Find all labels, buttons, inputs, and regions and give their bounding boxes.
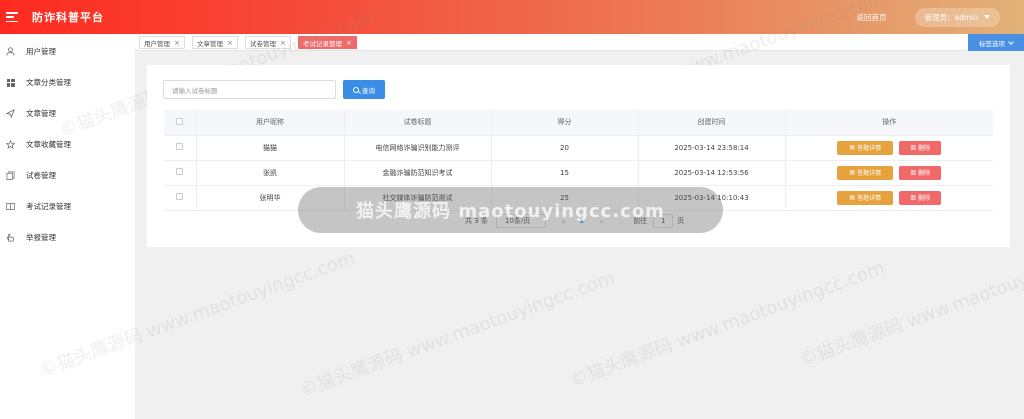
document-icon: ▤	[849, 169, 856, 176]
admin-label: 管理员：admin	[924, 12, 979, 22]
sidebar-item-article-favorites[interactable]: 文章收藏管理	[0, 129, 135, 160]
document-icon: ▤	[849, 144, 856, 151]
cell-score: 20	[491, 135, 639, 161]
select-all-checkbox[interactable]	[164, 110, 197, 136]
row-checkbox[interactable]	[164, 160, 197, 186]
trash-icon: ▥	[910, 169, 917, 176]
close-icon[interactable]: ×	[280, 39, 286, 47]
send-icon	[6, 109, 15, 118]
answer-detail-label: 答题详情	[857, 145, 882, 152]
tab-users[interactable]: 用户管理 ×	[139, 36, 185, 49]
row-checkbox[interactable]	[164, 135, 197, 161]
table-row: 猫猫 电信网络诈骗识别能力测评 20 2025-03-14 23:58:14 ▤…	[164, 135, 993, 161]
delete-label: 删除	[918, 170, 931, 177]
tab-papers[interactable]: 试卷管理 ×	[245, 36, 291, 49]
sidebar-item-users[interactable]: 用户管理	[0, 36, 135, 67]
caret-down-icon	[984, 15, 990, 19]
cell-actions: ▤ 答题详情 ▥ 删除	[785, 185, 993, 211]
sidebar-item-label: 考试记录管理	[26, 202, 71, 211]
cell-nickname: 猫猫	[196, 135, 345, 161]
answer-detail-button[interactable]: ▤ 答题详情	[837, 140, 894, 155]
tab-label: 文章管理	[197, 39, 223, 48]
tab-exam-records[interactable]: 考试记录管理 ×	[298, 36, 357, 49]
sidebar-item-articles[interactable]: 文章管理	[0, 98, 135, 129]
hand-icon	[6, 233, 15, 242]
sidebar-item-article-categories[interactable]: 文章分类管理	[0, 67, 135, 98]
tab-label: 试卷管理	[250, 39, 276, 48]
watermark-text: ©猫头鹰源码 www.maotouyingcc.com	[296, 267, 618, 402]
watermark-text: ©猫头鹰源码 www.maotouyingcc.com	[566, 257, 888, 392]
header-actions: 返回首页 管理员：admin	[857, 0, 1000, 34]
tab-bar: 用户管理 × 文章管理 × 试卷管理 × 考试记录管理 × 标签选项	[135, 34, 1024, 51]
close-icon[interactable]: ×	[346, 39, 352, 47]
tab-options-label: 标签选项	[979, 39, 1005, 48]
column-header: 得分	[491, 110, 639, 136]
close-icon[interactable]: ×	[174, 39, 180, 47]
search-icon	[353, 86, 359, 93]
column-header: 用户昵称	[196, 110, 345, 136]
sidebar-item-label: 用户管理	[26, 47, 56, 56]
watermark-text: ©猫头鹰源码 www.maotouyingcc.com	[796, 237, 1024, 372]
tab-label: 用户管理	[144, 39, 170, 48]
answer-detail-button[interactable]: ▤ 答题详情	[837, 165, 894, 180]
sidebar-item-label: 文章收藏管理	[26, 140, 71, 149]
cell-actions: ▤ 答题详情 ▥ 删除	[785, 160, 993, 186]
menu-toggle-icon[interactable]	[6, 12, 18, 22]
grid-icon	[6, 78, 15, 87]
star-icon	[6, 140, 15, 149]
top-header: 防诈科普平台 返回首页 管理员：admin	[0, 0, 1024, 34]
trash-icon: ▥	[910, 194, 917, 201]
row-checkbox[interactable]	[164, 185, 197, 211]
delete-button[interactable]: ▥ 删除	[899, 165, 942, 180]
chevron-down-icon	[1008, 38, 1014, 45]
cell-created: 2025-03-14 23:58:14	[638, 135, 786, 161]
sidebar-item-exam-records[interactable]: 考试记录管理	[0, 191, 135, 222]
cell-title: 电信网络诈骗识别能力测评	[344, 135, 492, 161]
answer-detail-label: 答题详情	[857, 195, 882, 202]
column-header: 操作	[785, 110, 993, 136]
delete-label: 删除	[918, 145, 931, 152]
sidebar-item-reports[interactable]: 举报管理	[0, 222, 135, 253]
close-icon[interactable]: ×	[227, 39, 233, 47]
copy-icon	[6, 171, 15, 180]
trash-icon: ▥	[910, 144, 917, 151]
cell-title: 金融诈骗防范知识考试	[344, 160, 492, 186]
cell-score: 15	[491, 160, 639, 186]
book-icon	[6, 202, 15, 211]
cell-created: 2025-03-14 12:53:56	[638, 160, 786, 186]
document-icon: ▤	[849, 194, 856, 201]
sidebar-item-label: 举报管理	[26, 233, 56, 242]
tab-options-button[interactable]: 标签选项	[968, 34, 1024, 51]
search-button[interactable]: 查询	[343, 80, 385, 99]
tab-label: 考试记录管理	[303, 39, 342, 48]
delete-button[interactable]: ▥ 删除	[899, 190, 942, 205]
admin-dropdown[interactable]: 管理员：admin	[914, 7, 1000, 27]
delete-button[interactable]: ▥ 删除	[899, 140, 942, 155]
user-icon	[6, 47, 15, 56]
home-link[interactable]: 返回首页	[857, 12, 887, 23]
sidebar-item-label: 文章分类管理	[26, 78, 71, 87]
answer-detail-button[interactable]: ▤ 答题详情	[837, 190, 894, 205]
table-row: 张凯 金融诈骗防范知识考试 15 2025-03-14 12:53:56 ▤ 答题…	[164, 160, 993, 186]
answer-detail-label: 答题详情	[857, 170, 882, 177]
delete-label: 删除	[918, 195, 931, 202]
sidebar-item-label: 文章管理	[26, 109, 56, 118]
cell-actions: ▤ 答题详情 ▥ 删除	[785, 135, 993, 161]
column-header: 创建时间	[638, 110, 786, 136]
column-header: 试卷标题	[344, 110, 492, 136]
table-header-row: 用户昵称 试卷标题 得分 创建时间 操作	[164, 110, 993, 136]
watermark-banner: 猫头鹰源码 maotouyingcc.com	[298, 187, 723, 233]
search-button-label: 查询	[362, 86, 375, 95]
sidebar: 用户管理 文章分类管理 文章管理 文章收藏管理 试卷管理 考试记录管理 举报管理	[0, 34, 135, 419]
tab-articles[interactable]: 文章管理 ×	[192, 36, 238, 49]
search-input[interactable]: 请输入试卷标题	[163, 80, 336, 99]
app-title: 防诈科普平台	[32, 11, 104, 24]
cell-nickname: 张凯	[196, 160, 345, 186]
sidebar-item-papers[interactable]: 试卷管理	[0, 160, 135, 191]
sidebar-item-label: 试卷管理	[26, 171, 56, 180]
